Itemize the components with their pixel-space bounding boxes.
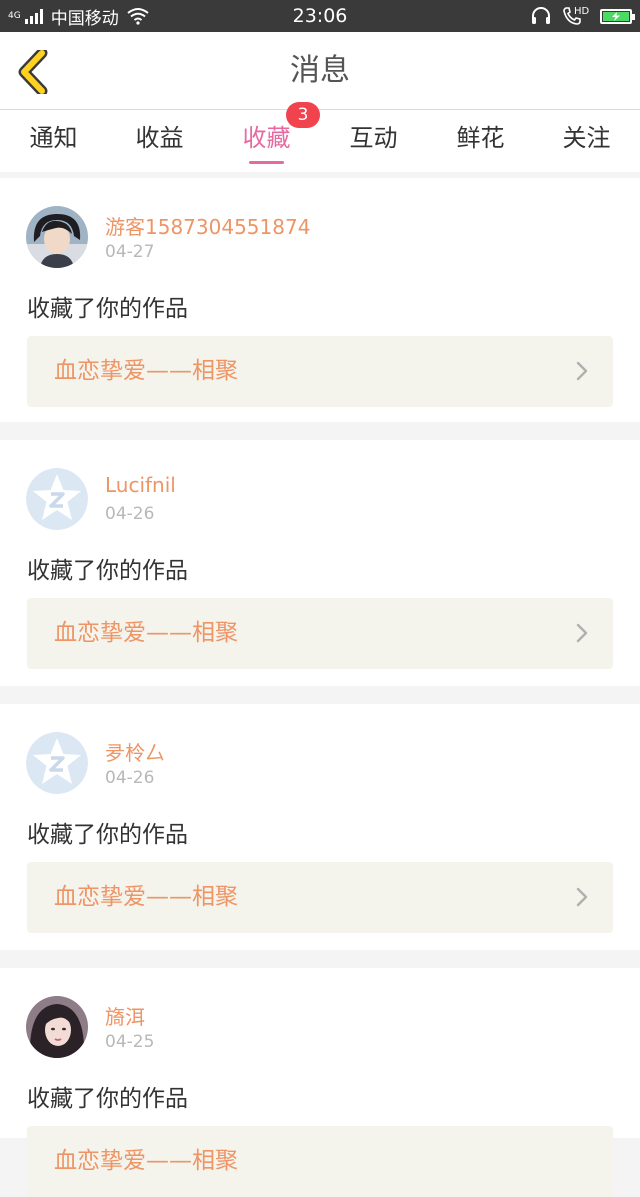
action-text: 收藏了你的作品	[27, 558, 188, 584]
timestamp: 04-25	[105, 1032, 155, 1052]
timestamp: 04-26	[105, 504, 155, 524]
hd-label: HD	[574, 6, 590, 17]
tab-notifications[interactable]: 通知	[0, 110, 107, 172]
list-item: 旖洱 04-25 收藏了你的作品 血恋挚爱——相聚	[0, 968, 640, 1197]
avatar[interactable]	[26, 468, 88, 530]
default-avatar-icon	[26, 468, 88, 530]
work-link[interactable]: 血恋挚爱——相聚	[27, 336, 613, 407]
tab-bar: 通知 收益 收藏 互动 鲜花 关注 3	[0, 102, 640, 172]
username[interactable]: Lucifnil	[105, 473, 176, 497]
timestamp: 04-26	[105, 768, 155, 788]
battery-charging-icon	[600, 8, 635, 24]
status-right: HD	[530, 0, 635, 32]
work-link[interactable]: 血恋挚爱——相聚	[27, 1126, 613, 1197]
action-text: 收藏了你的作品	[27, 1086, 188, 1112]
unread-badge: 3	[286, 102, 320, 128]
chevron-right-icon	[576, 623, 588, 643]
chevron-right-icon	[576, 887, 588, 907]
tab-label: 鲜花	[456, 124, 505, 152]
list-item: 夛柃厶 04-26 收藏了你的作品 血恋挚爱——相聚	[0, 704, 640, 950]
avatar[interactable]	[26, 996, 88, 1058]
username[interactable]: 旖洱	[105, 1001, 145, 1030]
tab-label: 收益	[135, 124, 184, 152]
status-bar: 4G 中国移动 23:06 HD	[0, 0, 640, 32]
work-title: 血恋挚爱——相聚	[54, 1148, 238, 1174]
work-title: 血恋挚爱——相聚	[54, 620, 238, 646]
tab-flowers[interactable]: 鲜花	[427, 110, 534, 172]
work-link[interactable]: 血恋挚爱——相聚	[27, 862, 613, 933]
default-avatar-icon	[26, 732, 88, 794]
work-title: 血恋挚爱——相聚	[54, 884, 238, 910]
action-text: 收藏了你的作品	[27, 296, 188, 322]
tab-interactions[interactable]: 互动	[320, 110, 427, 172]
active-tab-indicator	[249, 161, 284, 164]
username[interactable]: 游客1587304551874	[105, 211, 310, 240]
action-text: 收藏了你的作品	[27, 822, 188, 848]
tab-earnings[interactable]: 收益	[106, 110, 213, 172]
username[interactable]: 夛柃厶	[105, 737, 165, 766]
avatar[interactable]	[26, 732, 88, 794]
list-item: Lucifnil 04-26 收藏了你的作品 血恋挚爱——相聚	[0, 440, 640, 686]
work-link[interactable]: 血恋挚爱——相聚	[27, 598, 613, 669]
tab-label: 互动	[349, 124, 398, 152]
list-item: 游客1587304551874 04-27 收藏了你的作品 血恋挚爱——相聚	[0, 178, 640, 422]
tab-follows[interactable]: 关注	[533, 110, 640, 172]
avatar[interactable]	[26, 206, 88, 268]
tab-label: 关注	[562, 124, 611, 152]
hd-call-icon: HD	[562, 6, 590, 26]
work-title: 血恋挚爱——相聚	[54, 358, 238, 384]
page-title: 消息	[290, 53, 350, 88]
timestamp: 04-27	[105, 242, 155, 262]
nav-bar: 消息	[0, 32, 640, 110]
chevron-right-icon	[576, 361, 588, 381]
headset-icon	[532, 7, 550, 24]
tab-label: 通知	[29, 124, 78, 152]
